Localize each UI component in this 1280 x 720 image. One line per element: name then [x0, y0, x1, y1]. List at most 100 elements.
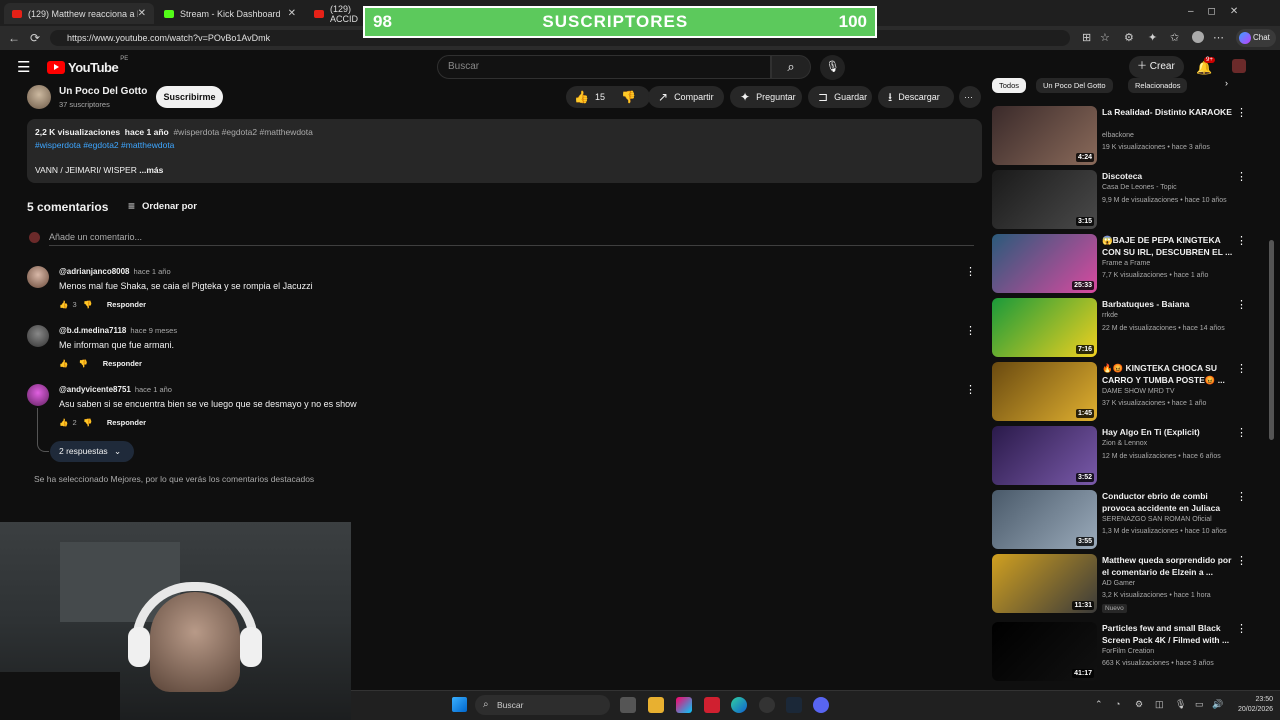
chevron-up-icon[interactable]: ⌃	[1095, 699, 1103, 710]
video-menu-icon[interactable]: ⋮	[1236, 170, 1247, 183]
scrollbar-thumb[interactable]	[1269, 240, 1274, 440]
app-icon[interactable]	[759, 697, 775, 713]
video-thumbnail[interactable]: 3:52	[992, 426, 1097, 485]
comment-time[interactable]: hace 1 año	[134, 267, 171, 276]
task-view-icon[interactable]	[620, 697, 636, 713]
system-clock[interactable]: 23:50 20/02/2026	[1238, 695, 1273, 715]
video-menu-icon[interactable]: ⋮	[1236, 106, 1247, 119]
video-channel[interactable]: Zion & Lennox	[1102, 440, 1147, 447]
video-menu-icon[interactable]: ⋮	[1236, 554, 1247, 567]
comment-menu-icon[interactable]: ⋮	[965, 265, 976, 278]
video-title[interactable]: Particles few and small Black Screen Pac…	[1102, 622, 1237, 646]
dislike-icon[interactable]: 👎	[83, 418, 92, 427]
browser-menu-icon[interactable]: ⋯	[1213, 31, 1224, 44]
reply-button[interactable]: Responder	[103, 359, 142, 368]
related-video-item[interactable]: 41:17 Particles few and small Black Scree…	[992, 622, 1262, 682]
save-button[interactable]: ⊐ Guardar	[808, 86, 872, 108]
network-icon[interactable]: ▭	[1195, 699, 1204, 710]
dislike-icon[interactable]: 👎	[83, 300, 92, 309]
bookmark-star-icon[interactable]: ☆	[1100, 31, 1110, 44]
reply-button[interactable]: Responder	[107, 418, 146, 427]
subscribe-button[interactable]: Suscribirme	[156, 86, 223, 108]
extension-icon[interactable]: ⚙	[1124, 31, 1134, 44]
author-handle[interactable]: @b.d.medina7118	[59, 326, 126, 335]
video-menu-icon[interactable]: ⋮	[1236, 298, 1247, 311]
related-video-item[interactable]: 4:24 La Realidad- Distinto KARAOKE elbacko…	[992, 106, 1262, 166]
steam-icon[interactable]	[786, 697, 802, 713]
file-explorer-icon[interactable]	[648, 697, 664, 713]
tab-youtube-matthew[interactable]: (129) Matthew reacciona a Elzein I ✕	[4, 3, 154, 24]
video-thumbnail[interactable]: 3:55	[992, 490, 1097, 549]
account-avatar[interactable]	[1232, 59, 1246, 73]
app-icon[interactable]	[704, 697, 720, 713]
search-input[interactable]: Buscar	[437, 55, 771, 79]
tray-icon[interactable]: ◫	[1155, 699, 1164, 710]
video-thumbnail[interactable]: 7:16	[992, 298, 1097, 357]
close-tab-icon[interactable]: ✕	[138, 8, 146, 19]
comment-author[interactable]: @andyvicente8751 hace 1 año	[59, 385, 172, 394]
show-replies-button[interactable]: 2 respuestas ⌄	[50, 441, 134, 462]
windows-start-icon[interactable]	[452, 697, 467, 712]
video-title[interactable]: Barbatuques - Baiana	[1102, 298, 1237, 310]
profile-avatar[interactable]	[1192, 31, 1204, 43]
related-video-item[interactable]: 25:33 😱BAJE DE PEPA KINGTEKA CON SU IRL, …	[992, 234, 1262, 294]
video-title[interactable]: Matthew queda sorprendido por el comenta…	[1102, 554, 1237, 578]
taskbar-search[interactable]: ⌕ Buscar	[475, 695, 610, 715]
comment-avatar[interactable]	[27, 266, 49, 288]
comment-menu-icon[interactable]: ⋮	[965, 383, 976, 396]
chip-channel[interactable]: Un Poco Del Gotto	[1036, 78, 1113, 93]
microphone-icon[interactable]: 🎙	[1175, 699, 1186, 710]
search-button[interactable]: ⌕	[771, 55, 811, 79]
comment-time[interactable]: hace 9 meses	[130, 326, 177, 335]
translate-icon[interactable]: ⊞	[1082, 31, 1091, 44]
video-channel[interactable]: ForFilm Creation	[1102, 648, 1154, 655]
comment-author[interactable]: @adrianjanco8008 hace 1 año	[59, 267, 171, 276]
sort-comments-button[interactable]: ≡ Ordenar por	[128, 199, 197, 213]
video-title[interactable]: La Realidad- Distinto KARAOKE	[1102, 106, 1237, 118]
close-tab-icon[interactable]: ✕	[288, 8, 296, 19]
chevron-right-icon[interactable]: ›	[1225, 78, 1228, 88]
extensions-puzzle-icon[interactable]: ✦	[1148, 31, 1157, 44]
comment-avatar[interactable]	[27, 384, 49, 406]
video-channel[interactable]: AD Gamer	[1102, 580, 1135, 587]
copilot-chat-button[interactable]: Chat	[1236, 29, 1276, 47]
description-hashtags[interactable]: #wisperdota #egdota2 #matthewdota	[35, 140, 174, 150]
tab-kick-dashboard[interactable]: Stream - Kick Dashboard ✕	[156, 3, 304, 24]
create-button[interactable]: ＋ Crear	[1129, 56, 1184, 78]
like-icon[interactable]: 👍	[574, 86, 589, 108]
related-video-item[interactable]: 1:45 🔥😡 KINGTEKA CHOCA SU CARRO Y TUMBA P…	[992, 362, 1262, 422]
comment-time[interactable]: hace 1 año	[135, 385, 172, 394]
tray-icon[interactable]: ◔	[1115, 699, 1120, 709]
hamburger-menu-icon[interactable]: ☰	[17, 58, 30, 76]
show-more-link[interactable]: ...más	[139, 165, 163, 175]
tray-icon[interactable]: ⚙	[1135, 699, 1143, 710]
more-actions-button[interactable]: ···	[959, 86, 981, 108]
video-menu-icon[interactable]: ⋮	[1236, 426, 1247, 439]
like-icon[interactable]: 👍	[59, 300, 68, 309]
video-thumbnail[interactable]: 11:31	[992, 554, 1097, 613]
reply-button[interactable]: Responder	[107, 300, 146, 309]
video-title[interactable]: Discoteca	[1102, 170, 1237, 182]
chip-related[interactable]: Relacionados	[1128, 78, 1188, 93]
dislike-icon[interactable]: 👎	[79, 359, 88, 368]
video-thumbnail[interactable]: 4:24	[992, 106, 1097, 165]
video-thumbnail[interactable]: 25:33	[992, 234, 1097, 293]
youtube-logo[interactable]: YouTube PE	[47, 56, 128, 75]
tab-youtube-accid[interactable]: (129) ACCID	[306, 3, 366, 24]
app-icon[interactable]	[676, 697, 692, 713]
video-thumbnail[interactable]: 1:45	[992, 362, 1097, 421]
video-menu-icon[interactable]: ⋮	[1236, 622, 1247, 635]
video-channel[interactable]: DAME SHOW MRD TV	[1102, 388, 1175, 395]
video-menu-icon[interactable]: ⋮	[1236, 362, 1247, 375]
share-button[interactable]: ↗ Compartir	[648, 86, 724, 108]
video-channel[interactable]: rrkde	[1102, 312, 1118, 319]
back-icon[interactable]: ←	[8, 31, 20, 45]
video-channel[interactable]: Frame a Frame	[1102, 260, 1150, 267]
volume-icon[interactable]: 🔊	[1212, 699, 1223, 710]
video-menu-icon[interactable]: ⋮	[1236, 234, 1247, 247]
reload-icon[interactable]: ⟳	[30, 31, 40, 45]
download-button[interactable]: ⭳ Descargar	[878, 86, 954, 108]
like-count[interactable]: 15	[595, 86, 605, 108]
video-title[interactable]: 🔥😡 KINGTEKA CHOCA SU CARRO Y TUMBA POSTE…	[1102, 362, 1237, 386]
video-thumbnail[interactable]: 3:15	[992, 170, 1097, 229]
